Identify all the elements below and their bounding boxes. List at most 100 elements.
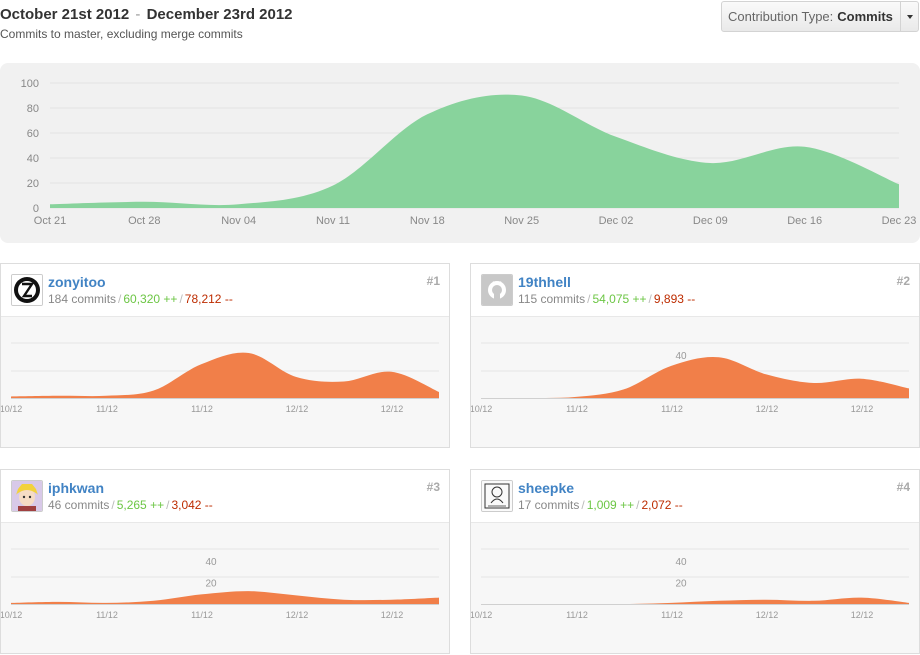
x-tick-label: 12/12 xyxy=(381,404,404,414)
contributor-chart: 40 10/12 11/12 11/12 12/12 12/12 xyxy=(471,317,919,447)
rank-badge: #1 xyxy=(426,274,440,288)
y-tick-label: 20 xyxy=(205,579,217,590)
contributor-chart-svg: 40 10/12 11/12 11/12 12/12 12/12 xyxy=(471,342,909,414)
contributor-name-link[interactable]: 19thhell xyxy=(518,274,571,290)
y-tick-label: 40 xyxy=(205,557,217,568)
contributor-header: 19thhell 115 commits/54,075 ++/9,893 -- … xyxy=(471,264,919,317)
commit-count: 17 commits xyxy=(518,498,580,512)
contributor-name-link[interactable]: iphkwan xyxy=(48,480,104,496)
x-tick-label: 11/12 xyxy=(566,404,588,414)
y-tick-label: 80 xyxy=(27,103,39,115)
contributor-header: sheepke 17 commits/1,009 ++/2,072 -- #4 xyxy=(471,470,919,523)
contributor-chart: 10/12 11/12 11/12 12/12 12/12 xyxy=(1,317,449,447)
x-tick-label: 11/12 xyxy=(96,610,118,620)
contributor-name-link[interactable]: sheepke xyxy=(518,480,574,496)
y-tick-label: 60 xyxy=(27,128,39,140)
x-tick-label: 12/12 xyxy=(851,404,874,414)
x-tick-label: 10/12 xyxy=(1,404,22,414)
octocat-icon xyxy=(482,275,512,305)
x-tick-label: 11/12 xyxy=(96,404,118,414)
contributor-card: sheepke 17 commits/1,009 ++/2,072 -- #4 … xyxy=(470,469,920,654)
anime-avatar-icon xyxy=(12,481,42,511)
avatar[interactable] xyxy=(11,480,43,512)
x-tick-label: 11/12 xyxy=(191,610,213,620)
commit-count: 115 commits xyxy=(518,292,586,306)
main-chart-svg: 0 20 40 60 80 100 Oct 21 Oct 28 Nov 04 Nov 11 Nov … xyxy=(21,78,917,227)
commit-count: 46 commits xyxy=(48,498,110,512)
additions-count: 54,075 ++ xyxy=(592,292,647,306)
date-range-title: October 21st 2012 - December 23rd 2012 xyxy=(0,6,293,23)
x-tick-label: 11/12 xyxy=(661,610,683,620)
contributor-header: iphkwan 46 commits/5,265 ++/3,042 -- #3 xyxy=(1,470,449,523)
date-end: December 23rd 2012 xyxy=(146,6,293,23)
x-tick-label: Nov 04 xyxy=(221,215,256,227)
x-tick-label: 12/12 xyxy=(756,610,779,620)
x-tick-label: Oct 28 xyxy=(128,215,160,227)
y-tick-label: 40 xyxy=(27,153,39,165)
x-tick-label: 12/12 xyxy=(851,610,874,620)
contributor-header: zonyitoo 184 commits/60,320 ++/78,212 --… xyxy=(1,264,449,317)
contribution-type-label: Contribution Type: xyxy=(728,9,834,24)
y-tick-label: 100 xyxy=(21,78,39,90)
commit-area xyxy=(481,597,909,605)
x-tick-label: Dec 16 xyxy=(787,215,822,227)
x-tick-label: 11/12 xyxy=(566,610,588,620)
x-tick-label: Dec 02 xyxy=(599,215,634,227)
contribution-type-select[interactable]: Contribution Type: Commits xyxy=(721,1,919,32)
y-tick-label: 40 xyxy=(675,557,687,568)
contributor-card: zonyitoo 184 commits/60,320 ++/78,212 --… xyxy=(0,263,450,448)
x-tick-label: 12/12 xyxy=(286,610,309,620)
rank-badge: #3 xyxy=(426,480,440,494)
x-tick-label: 11/12 xyxy=(191,404,213,414)
avatar[interactable] xyxy=(481,480,513,512)
commit-area xyxy=(11,591,439,604)
sketch-avatar-icon xyxy=(482,481,512,511)
commit-count: 184 commits xyxy=(48,292,117,306)
rank-badge: #4 xyxy=(896,480,910,494)
avatar[interactable] xyxy=(11,274,43,306)
avatar[interactable] xyxy=(481,274,513,306)
contributor-stats: 184 commits/60,320 ++/78,212 -- xyxy=(48,292,233,306)
additions-count: 1,009 ++ xyxy=(586,498,635,512)
date-start: October 21st 2012 xyxy=(0,6,130,23)
contributor-chart: 20 40 10/12 11/12 11/12 12/12 12/12 xyxy=(471,523,919,653)
x-tick-label: 10/12 xyxy=(471,404,492,414)
contributor-chart: 20 40 10/12 11/12 11/12 12/12 12/12 xyxy=(1,523,449,653)
geometric-avatar-icon xyxy=(12,275,42,305)
x-tick-label: 11/12 xyxy=(661,404,683,414)
date-separator: - xyxy=(135,6,141,23)
x-tick-label: 12/12 xyxy=(381,610,404,620)
chevron-down-icon[interactable] xyxy=(900,2,918,31)
x-tick-label: 12/12 xyxy=(756,404,779,414)
commit-area xyxy=(11,352,439,398)
x-tick-label: Dec 09 xyxy=(693,215,728,227)
contributor-chart-svg: 10/12 11/12 11/12 12/12 12/12 xyxy=(1,342,439,414)
contribution-type-value: Commits xyxy=(837,9,893,24)
y-tick-label: 20 xyxy=(27,178,39,190)
deletions-count: 9,893 -- xyxy=(653,292,696,306)
contributor-stats: 46 commits/5,265 ++/3,042 -- xyxy=(48,498,213,512)
y-tick-label: 20 xyxy=(675,579,687,590)
contributor-name-link[interactable]: zonyitoo xyxy=(48,274,106,290)
additions-count: 5,265 ++ xyxy=(116,498,165,512)
deletions-count: 78,212 -- xyxy=(184,292,233,306)
x-tick-label: Oct 21 xyxy=(34,215,66,227)
x-tick-label: Nov 25 xyxy=(504,215,539,227)
contributor-stats: 17 commits/1,009 ++/2,072 -- xyxy=(518,498,683,512)
main-commit-chart: 0 20 40 60 80 100 Oct 21 Oct 28 Nov 04 Nov 11 Nov … xyxy=(0,63,920,243)
deletions-count: 3,042 -- xyxy=(171,498,213,512)
x-tick-label: Nov 11 xyxy=(316,215,350,227)
contributor-card: iphkwan 46 commits/5,265 ++/3,042 -- #3 … xyxy=(0,469,450,654)
contributor-stats: 115 commits/54,075 ++/9,893 -- xyxy=(518,292,696,306)
x-tick-label: 12/12 xyxy=(286,404,309,414)
y-tick-label: 40 xyxy=(675,351,687,362)
commit-area xyxy=(50,94,899,208)
additions-count: 60,320 ++ xyxy=(123,292,178,306)
x-tick-label: Nov 18 xyxy=(410,215,445,227)
rank-badge: #2 xyxy=(896,274,910,288)
contributor-card: 19thhell 115 commits/54,075 ++/9,893 -- … xyxy=(470,263,920,448)
x-tick-label: 10/12 xyxy=(1,610,22,620)
contributor-chart-svg: 20 40 10/12 11/12 11/12 12/12 12/12 xyxy=(471,548,909,620)
deletions-count: 2,072 -- xyxy=(641,498,683,512)
commit-area xyxy=(481,357,909,399)
